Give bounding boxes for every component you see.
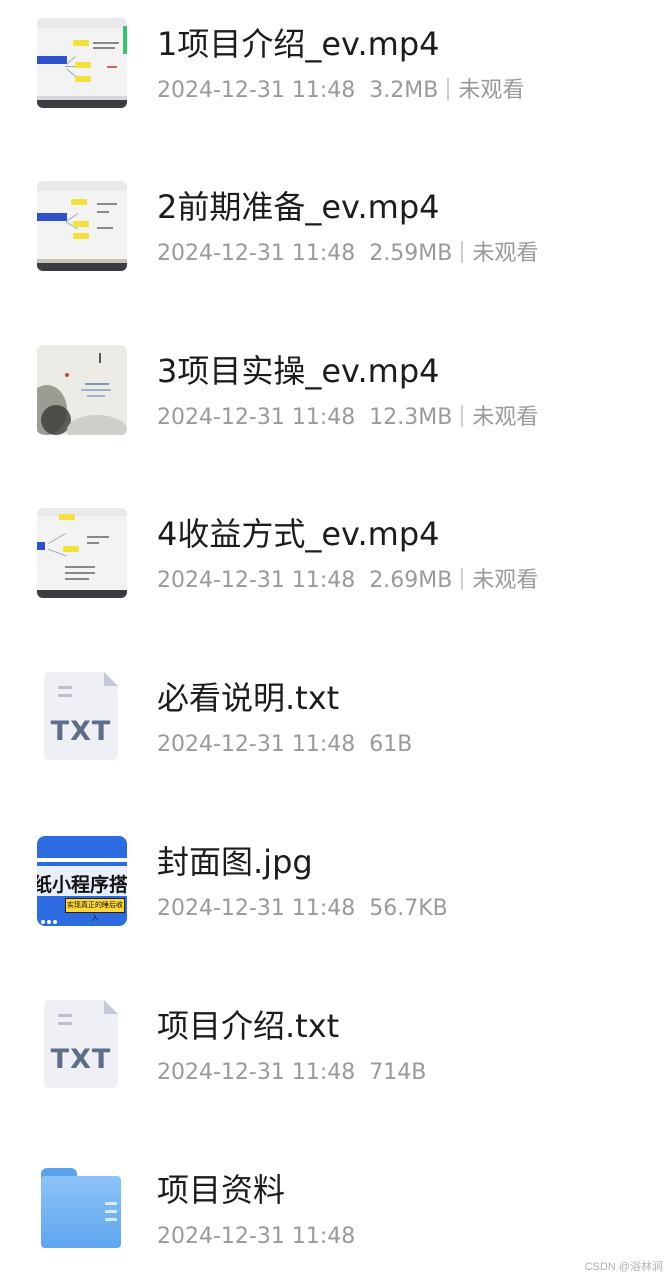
file-date: 2024-12-31 11:48 (157, 78, 356, 103)
txt-icon-label: TXT (50, 716, 112, 747)
file-meta: 2024-12-31 11:48 56.7KB (157, 894, 448, 924)
video-thumbnail-icon (37, 18, 127, 108)
thumbnail-button-text: 实现真正的睡后收入 (65, 898, 125, 922)
separator (461, 568, 464, 590)
file-date: 2024-12-31 11:48 (157, 241, 356, 266)
file-size: 61B (369, 732, 413, 757)
watch-status: 未观看 (472, 568, 539, 593)
thumbnail-text: 纸小程序搭建教 (37, 874, 127, 896)
file-size: 714B (369, 1060, 427, 1085)
file-name: 项目介绍.txt (157, 1007, 340, 1045)
list-item[interactable]: 2前期准备_ev.mp4 2024-12-31 11:48 2.59MB 未观看 (0, 163, 671, 303)
list-item[interactable]: 3项目实操_ev.mp4 2024-12-31 11:48 12.3MB 未观看 (0, 327, 671, 467)
file-date: 2024-12-31 11:48 (157, 1060, 356, 1085)
txt-icon-label: TXT (50, 1044, 112, 1075)
list-item[interactable]: 纸小程序搭建教 实现真正的睡后收入 封面图.jpg 2024-12-31 11:… (0, 818, 671, 958)
list-item[interactable]: 1项目介绍_ev.mp4 2024-12-31 11:48 3.2MB 未观看 (0, 0, 671, 140)
watch-status: 未观看 (472, 241, 539, 266)
separator (461, 241, 464, 263)
file-size: 3.2MB (369, 78, 439, 103)
file-name: 4收益方式_ev.mp4 (157, 515, 440, 553)
file-size: 2.69MB (369, 568, 453, 593)
file-date: 2024-12-31 11:48 (157, 568, 356, 593)
file-name: 3项目实操_ev.mp4 (157, 352, 440, 390)
separator (447, 78, 450, 100)
file-meta: 2024-12-31 11:48 61B (157, 730, 412, 760)
file-date: 2024-12-31 11:48 (157, 1224, 356, 1249)
list-item[interactable]: TXT 必看说明.txt 2024-12-31 11:48 61B (0, 654, 671, 794)
file-size: 56.7KB (369, 896, 448, 921)
video-thumbnail-icon (37, 345, 127, 435)
file-name: 项目资料 (157, 1171, 286, 1209)
file-list: 1项目介绍_ev.mp4 2024-12-31 11:48 3.2MB 未观看 2… (0, 0, 671, 1280)
list-item[interactable]: 项目资料 2024-12-31 11:48 (0, 1146, 671, 1286)
file-name: 封面图.jpg (157, 843, 313, 881)
txt-file-icon: TXT (37, 670, 127, 760)
file-date: 2024-12-31 11:48 (157, 405, 356, 430)
file-meta: 2024-12-31 11:48 714B (157, 1058, 426, 1088)
file-name: 必看说明.txt (157, 679, 340, 717)
video-thumbnail-icon (37, 508, 127, 598)
watch-status: 未观看 (472, 405, 539, 430)
file-date: 2024-12-31 11:48 (157, 896, 356, 921)
txt-file-icon: TXT (37, 998, 127, 1088)
file-meta: 2024-12-31 11:48 2.59MB 未观看 (157, 239, 538, 269)
watch-status: 未观看 (458, 78, 525, 103)
file-meta: 2024-12-31 11:48 2.69MB 未观看 (157, 566, 538, 596)
file-name: 2前期准备_ev.mp4 (157, 188, 440, 226)
file-size: 2.59MB (369, 241, 453, 266)
file-meta: 2024-12-31 11:48 3.2MB 未观看 (157, 76, 524, 106)
watermark: CSDN @浴林涧 (584, 1261, 663, 1273)
list-item[interactable]: TXT 项目介绍.txt 2024-12-31 11:48 714B (0, 982, 671, 1122)
image-thumbnail-icon: 纸小程序搭建教 实现真正的睡后收入 (37, 836, 127, 926)
video-thumbnail-icon (37, 181, 127, 271)
file-name: 1项目介绍_ev.mp4 (157, 25, 440, 63)
list-item[interactable]: 4收益方式_ev.mp4 2024-12-31 11:48 2.69MB 未观看 (0, 490, 671, 630)
separator (461, 405, 464, 427)
file-size: 12.3MB (369, 405, 453, 430)
file-date: 2024-12-31 11:48 (157, 732, 356, 757)
folder-icon (37, 1160, 127, 1250)
file-meta: 2024-12-31 11:48 12.3MB 未观看 (157, 403, 538, 433)
file-meta: 2024-12-31 11:48 (157, 1222, 355, 1252)
